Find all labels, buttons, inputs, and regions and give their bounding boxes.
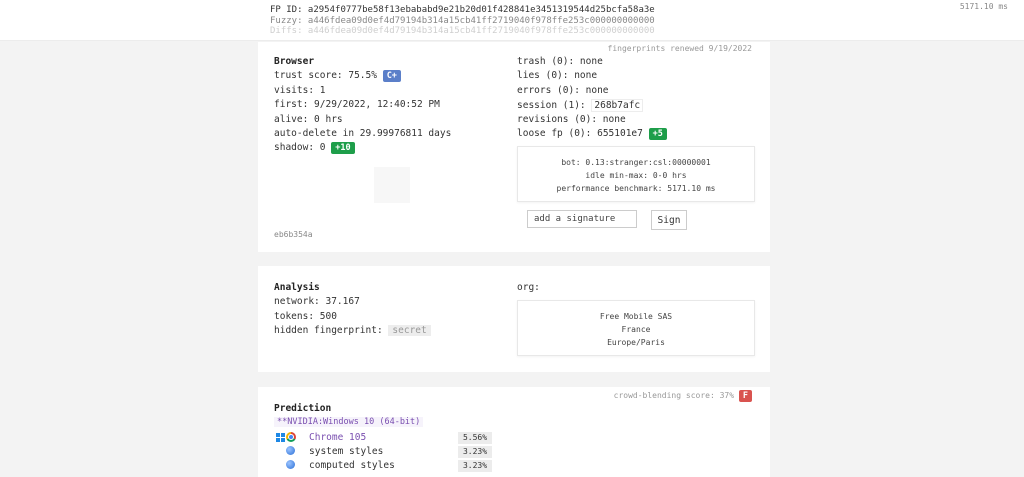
network: network: 37.167 bbox=[274, 296, 360, 307]
hidden-fingerprint-value[interactable]: secret bbox=[388, 325, 431, 336]
alive: alive: 0 hrs bbox=[274, 114, 343, 125]
loose-fp-row: loose fp (0): 655101e7 +5 bbox=[517, 128, 667, 140]
idle-range: idle min-max: 0-0 hrs bbox=[585, 171, 687, 180]
org-country: France bbox=[621, 325, 651, 334]
browser-hash: eb6b354a bbox=[274, 230, 313, 239]
prediction-label: computed styles bbox=[309, 460, 395, 471]
sign-button[interactable]: Sign bbox=[651, 210, 687, 230]
visits: visits: 1 bbox=[274, 85, 326, 96]
favicon-placeholder bbox=[374, 167, 410, 203]
prediction-row: system styles 3.23% bbox=[274, 446, 494, 459]
org-name: Free Mobile SAS bbox=[599, 312, 673, 321]
bot-score: bot: 0.13:stranger:csl:00000001 bbox=[561, 158, 711, 167]
fuzzy-hash: Fuzzy: a446fdea09d0ef4d79194b314a15cb41f… bbox=[270, 16, 655, 26]
chrome-icon bbox=[286, 432, 296, 442]
renewed-note: fingerprints renewed 9/19/2022 bbox=[607, 44, 753, 53]
trash[interactable]: trash (0): none bbox=[517, 56, 603, 67]
diffs-hash: Diffs: a446fdea09d0ef4d79194b314a15cb41f… bbox=[270, 26, 655, 36]
fingerprint-header: FP ID: a2954f0777be58f13ebababd9e21b20d0… bbox=[0, 0, 1024, 41]
auto-delete: auto-delete in 29.99976811 days bbox=[274, 128, 452, 139]
prediction-percent: 5.56% bbox=[458, 432, 492, 444]
timing-readout: 5171.10 ms bbox=[959, 2, 1008, 11]
lies[interactable]: lies (0): none bbox=[517, 70, 597, 81]
bot-info-box: bot: 0.13:stranger:csl:00000001 idle min… bbox=[517, 146, 755, 202]
trust-score-row: trust score: 75.5% C+ bbox=[274, 70, 401, 82]
prediction-percent: 3.23% bbox=[458, 446, 492, 458]
prediction-row: computed styles 3.23% bbox=[274, 460, 494, 473]
hidden-fingerprint-row: hidden fingerprint: secret bbox=[274, 325, 431, 336]
crowd-blending-score: crowd-blending score: 37% bbox=[613, 391, 735, 400]
revisions[interactable]: revisions (0): none bbox=[517, 114, 626, 125]
trust-grade-badge: C+ bbox=[382, 70, 401, 82]
prediction-percent: 3.23% bbox=[458, 460, 492, 472]
org-label: org: bbox=[517, 282, 540, 293]
prediction-row: Chrome 105 5.56% bbox=[274, 432, 494, 445]
browser-card: fingerprints renewed 9/19/2022 Browser t… bbox=[258, 42, 770, 252]
analysis-title: Analysis bbox=[274, 282, 320, 293]
crowd-grade-badge: F bbox=[738, 390, 752, 402]
shadow-row: shadow: 0 +10 bbox=[274, 142, 355, 154]
prediction-label: Chrome 105 bbox=[309, 432, 367, 443]
performance-benchmark: performance benchmark: 5171.10 ms bbox=[556, 184, 716, 193]
errors[interactable]: errors (0): none bbox=[517, 85, 609, 96]
loose-fp-hash[interactable]: 655101e7 bbox=[597, 128, 643, 139]
crowd-blending-row: crowd-blending score: 37% F bbox=[614, 390, 752, 402]
prediction-card: crowd-blending score: 37% F Prediction *… bbox=[258, 387, 770, 477]
styles-icon bbox=[286, 460, 295, 469]
org-info-box: Free Mobile SAS France Europe/Paris bbox=[517, 300, 755, 356]
shadow-badge: +10 bbox=[331, 142, 355, 154]
hidden-fingerprint-label: hidden fingerprint: bbox=[274, 325, 383, 336]
fp-id: FP ID: a2954f0777be58f13ebababd9e21b20d0… bbox=[270, 5, 655, 15]
session-row: session (1): 268b7afc bbox=[517, 99, 644, 112]
styles-icon bbox=[286, 446, 295, 455]
prediction-title: Prediction bbox=[274, 403, 332, 414]
session-label: session (1): bbox=[517, 100, 586, 111]
tokens: tokens: 500 bbox=[274, 311, 337, 322]
loose-fp-label: loose fp (0): bbox=[517, 128, 592, 139]
windows-icon bbox=[276, 433, 285, 442]
gpu-platform: **NVIDIA:Windows 10 (64-bit) bbox=[274, 417, 424, 427]
signature-input[interactable] bbox=[527, 210, 637, 228]
trust-score: trust score: 75.5% bbox=[274, 70, 377, 81]
loose-fp-badge: +5 bbox=[648, 128, 667, 140]
session-hash[interactable]: 268b7afc bbox=[591, 99, 644, 112]
browser-title: Browser bbox=[274, 56, 315, 67]
prediction-label: system styles bbox=[309, 446, 384, 457]
analysis-card: Analysis network: 37.167 tokens: 500 hid… bbox=[258, 266, 770, 372]
shadow: shadow: 0 bbox=[274, 142, 326, 153]
first-visit: first: 9/29/2022, 12:40:52 PM bbox=[274, 99, 440, 110]
org-timezone: Europe/Paris bbox=[607, 338, 665, 347]
